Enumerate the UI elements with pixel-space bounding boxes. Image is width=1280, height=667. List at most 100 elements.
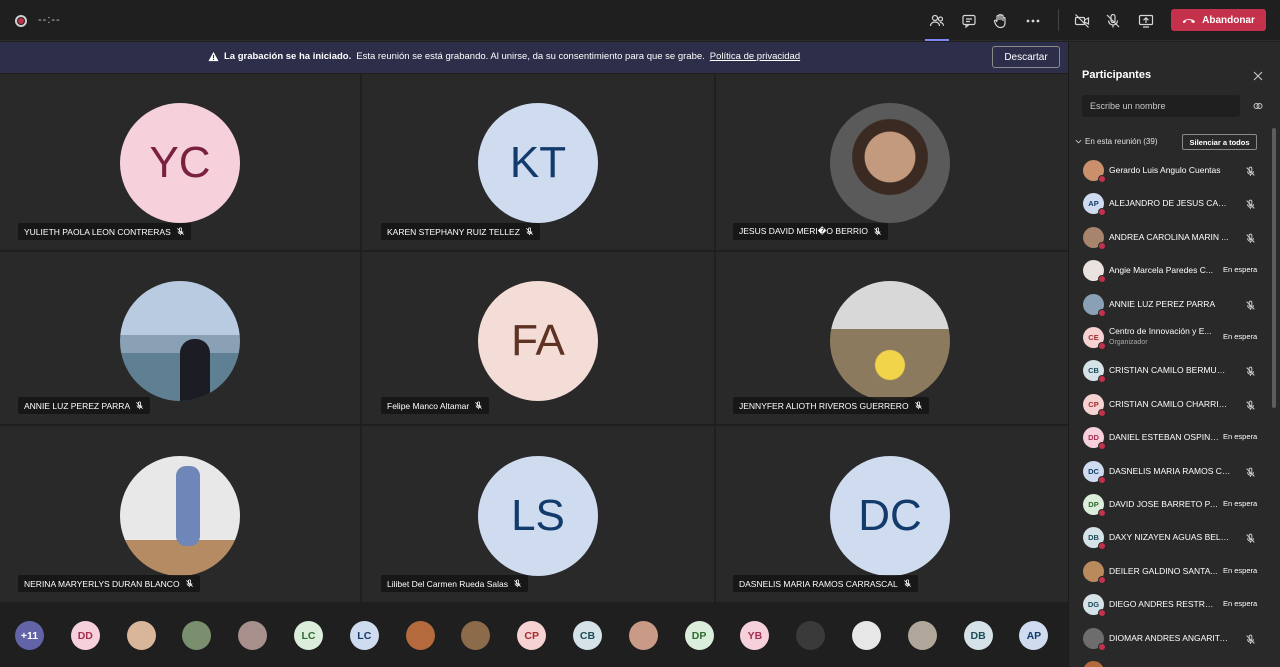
participant-name: NERINA MARYERLYS DURAN BLANCO: [24, 578, 180, 589]
strip-participant-avatar[interactable]: YB: [740, 621, 770, 650]
participant-row[interactable]: CB CRISTIAN CAMILO BERMUDE...: [1069, 354, 1273, 387]
participant-tile[interactable]: LS Lilibet Del Carmen Rueda Salas: [362, 426, 714, 602]
participant-photo: [830, 281, 950, 401]
raise-hand-icon[interactable]: [988, 9, 1012, 33]
presence-dot: [1098, 241, 1106, 250]
participants-icon[interactable]: [925, 9, 949, 41]
participant-name: DIEGO ANDRES RESTREP...: [1109, 599, 1219, 610]
participant-name-tag: Lilibet Del Carmen Rueda Salas: [381, 575, 528, 592]
strip-participant-avatar[interactable]: LC: [349, 621, 379, 650]
strip-participant-avatar[interactable]: [907, 621, 937, 650]
strip-participant-avatar[interactable]: [628, 621, 658, 650]
participant-name-tag: KAREN STEPHANY RUIZ TELLEZ: [381, 223, 540, 240]
participant-row[interactable]: DP DAVID JOSE BARRETO PA... En espera: [1069, 488, 1273, 521]
participant-name: ANDREA CAROLINA MARIN ...: [1109, 231, 1229, 242]
strip-participant-avatar[interactable]: [461, 621, 491, 650]
strip-participant-avatar[interactable]: [852, 621, 881, 650]
participant-tile[interactable]: JESUS DAVID MERI�O BERRIO: [716, 74, 1068, 250]
strip-participant-avatar[interactable]: [405, 621, 435, 650]
strip-participant-avatar[interactable]: CB: [573, 621, 602, 650]
presence-dot: [1098, 542, 1106, 551]
strip-participant-avatar[interactable]: DB: [963, 621, 993, 650]
avatar-initials: DD: [1088, 433, 1099, 443]
participant-avatar: YC: [120, 103, 240, 223]
participant-row[interactable]: AP ALEJANDRO DE JESUS CAMP...: [1069, 187, 1273, 220]
participant-avatar: KT: [478, 103, 598, 223]
participant-tile[interactable]: KT KAREN STEPHANY RUIZ TELLEZ: [362, 74, 714, 250]
participant-row[interactable]: Angie Marcela Paredes C... En espera: [1069, 254, 1273, 287]
participant-name: ANNIE LUZ PEREZ PARRA: [24, 400, 131, 411]
participant-tile[interactable]: FA Felipe Manco Altamar: [362, 252, 714, 424]
participant-row[interactable]: CP CRISTIAN CAMILO CHARRIS P...: [1069, 388, 1273, 421]
chat-icon[interactable]: [957, 9, 981, 33]
presence-dot: [1098, 475, 1106, 484]
avatar-initials: LS: [511, 491, 565, 540]
participant-name: JESUS DAVID MERI�O BERRIO: [739, 226, 868, 236]
participant-avatar: CB: [1083, 360, 1106, 384]
participant-row[interactable]: ANNIE LUZ PEREZ PARRA: [1069, 288, 1273, 321]
strip-participant-avatar[interactable]: +11: [15, 621, 44, 650]
strip-participant-avatar[interactable]: [238, 621, 268, 650]
participant-row[interactable]: CE Centro de Innovación y E... Organizador…: [1069, 321, 1273, 354]
more-icon[interactable]: [1021, 9, 1045, 33]
strip-participant-avatar[interactable]: LC: [294, 621, 323, 650]
participant-name: JENNYFER ALIOTH RIVEROS GUERRERO: [739, 400, 909, 411]
share-invite-icon[interactable]: [1252, 100, 1264, 112]
chevron-down-icon: [1075, 139, 1082, 144]
participant-row[interactable]: DD DANIEL ESTEBAN OSPINA... En espera: [1069, 421, 1273, 454]
share-screen-icon[interactable]: [1134, 9, 1158, 33]
strip-participant-avatar[interactable]: CP: [517, 621, 547, 650]
strip-participant-avatar[interactable]: AP: [1019, 621, 1049, 650]
strip-avatar-label: YB: [747, 629, 763, 642]
avatar-initials: KT: [509, 138, 567, 187]
avatar-initials: DC: [1088, 466, 1099, 476]
participant-row[interactable]: DC DASNELIS MARIA RAMOS CA...: [1069, 455, 1273, 488]
participant-row[interactable]: Gerardo Luis Angulo Cuentas: [1069, 154, 1273, 187]
dismiss-button[interactable]: Descartar: [992, 46, 1060, 68]
strip-participant-avatar[interactable]: DD: [70, 621, 100, 650]
participant-avatar: [1083, 160, 1106, 183]
participant-row[interactable]: DEILER GALDINO SANTA... En espera: [1069, 555, 1273, 588]
avatar-initials: CB: [1088, 366, 1099, 376]
participant-avatar: [1083, 627, 1106, 651]
participant-row[interactable]: ANDREA CAROLINA MARIN ...: [1069, 221, 1273, 254]
privacy-policy-link[interactable]: Política de privacidad: [710, 51, 800, 62]
participant-status: En espera: [1223, 332, 1258, 341]
participant-name: Angie Marcela Paredes C...: [1109, 265, 1213, 276]
strip-participant-avatar[interactable]: DP: [684, 621, 714, 650]
mic-off-icon: [185, 579, 193, 588]
participant-row[interactable]: EVMAR FRANCO PRIMERA...: [1069, 655, 1273, 667]
mic-off-icon[interactable]: [1101, 9, 1125, 33]
strip-participant-avatar[interactable]: [182, 621, 212, 650]
strip-participant-avatar[interactable]: [126, 621, 156, 650]
participant-tile[interactable]: JENNYFER ALIOTH RIVEROS GUERRERO: [716, 252, 1068, 424]
panel-title: Participantes: [1082, 69, 1152, 81]
panel-scrollbar[interactable]: [1272, 128, 1276, 408]
participant-row[interactable]: DB DAXY NIZAYEN AGUAS BELE...: [1069, 521, 1273, 554]
search-input[interactable]: [1082, 95, 1240, 117]
close-icon[interactable]: [1253, 68, 1267, 82]
participant-avatar: [1083, 560, 1106, 584]
participant-tile[interactable]: DC DASNELIS MARIA RAMOS CARRASCAL: [716, 426, 1068, 602]
leave-button[interactable]: Abandonar: [1171, 9, 1266, 31]
avatar-initials: DC: [858, 491, 922, 540]
mic-off-icon: [1245, 298, 1256, 310]
presence-dot: [1098, 342, 1106, 350]
toolbar-divider: [1058, 9, 1059, 31]
strip-participant-avatar[interactable]: [796, 621, 826, 650]
participant-tile[interactable]: NERINA MARYERLYS DURAN BLANCO: [0, 426, 360, 602]
participant-row[interactable]: DIOMAR ANDRES ANGARITA ...: [1069, 622, 1273, 655]
participant-status: En espera: [1223, 265, 1258, 275]
in-meeting-section[interactable]: En esta reunión (39): [1075, 137, 1158, 146]
presence-dot: [1098, 208, 1106, 217]
participant-avatar: AP: [1083, 193, 1106, 217]
mute-all-button[interactable]: Silenciar a todos: [1182, 134, 1257, 150]
participant-avatar: [1083, 293, 1106, 317]
participant-row[interactable]: DG DIEGO ANDRES RESTREP... En espera: [1069, 588, 1273, 621]
participant-tile[interactable]: ANNIE LUZ PEREZ PARRA: [0, 252, 360, 424]
banner-body: Esta reunión se está grabando. Al unirse…: [356, 51, 705, 62]
strip-avatar-label: DD: [77, 629, 93, 642]
participant-name-tag: ANNIE LUZ PEREZ PARRA: [18, 397, 151, 414]
participant-tile[interactable]: YC YULIETH PAOLA LEON CONTRERAS: [0, 74, 360, 250]
camera-off-icon[interactable]: [1070, 9, 1094, 33]
